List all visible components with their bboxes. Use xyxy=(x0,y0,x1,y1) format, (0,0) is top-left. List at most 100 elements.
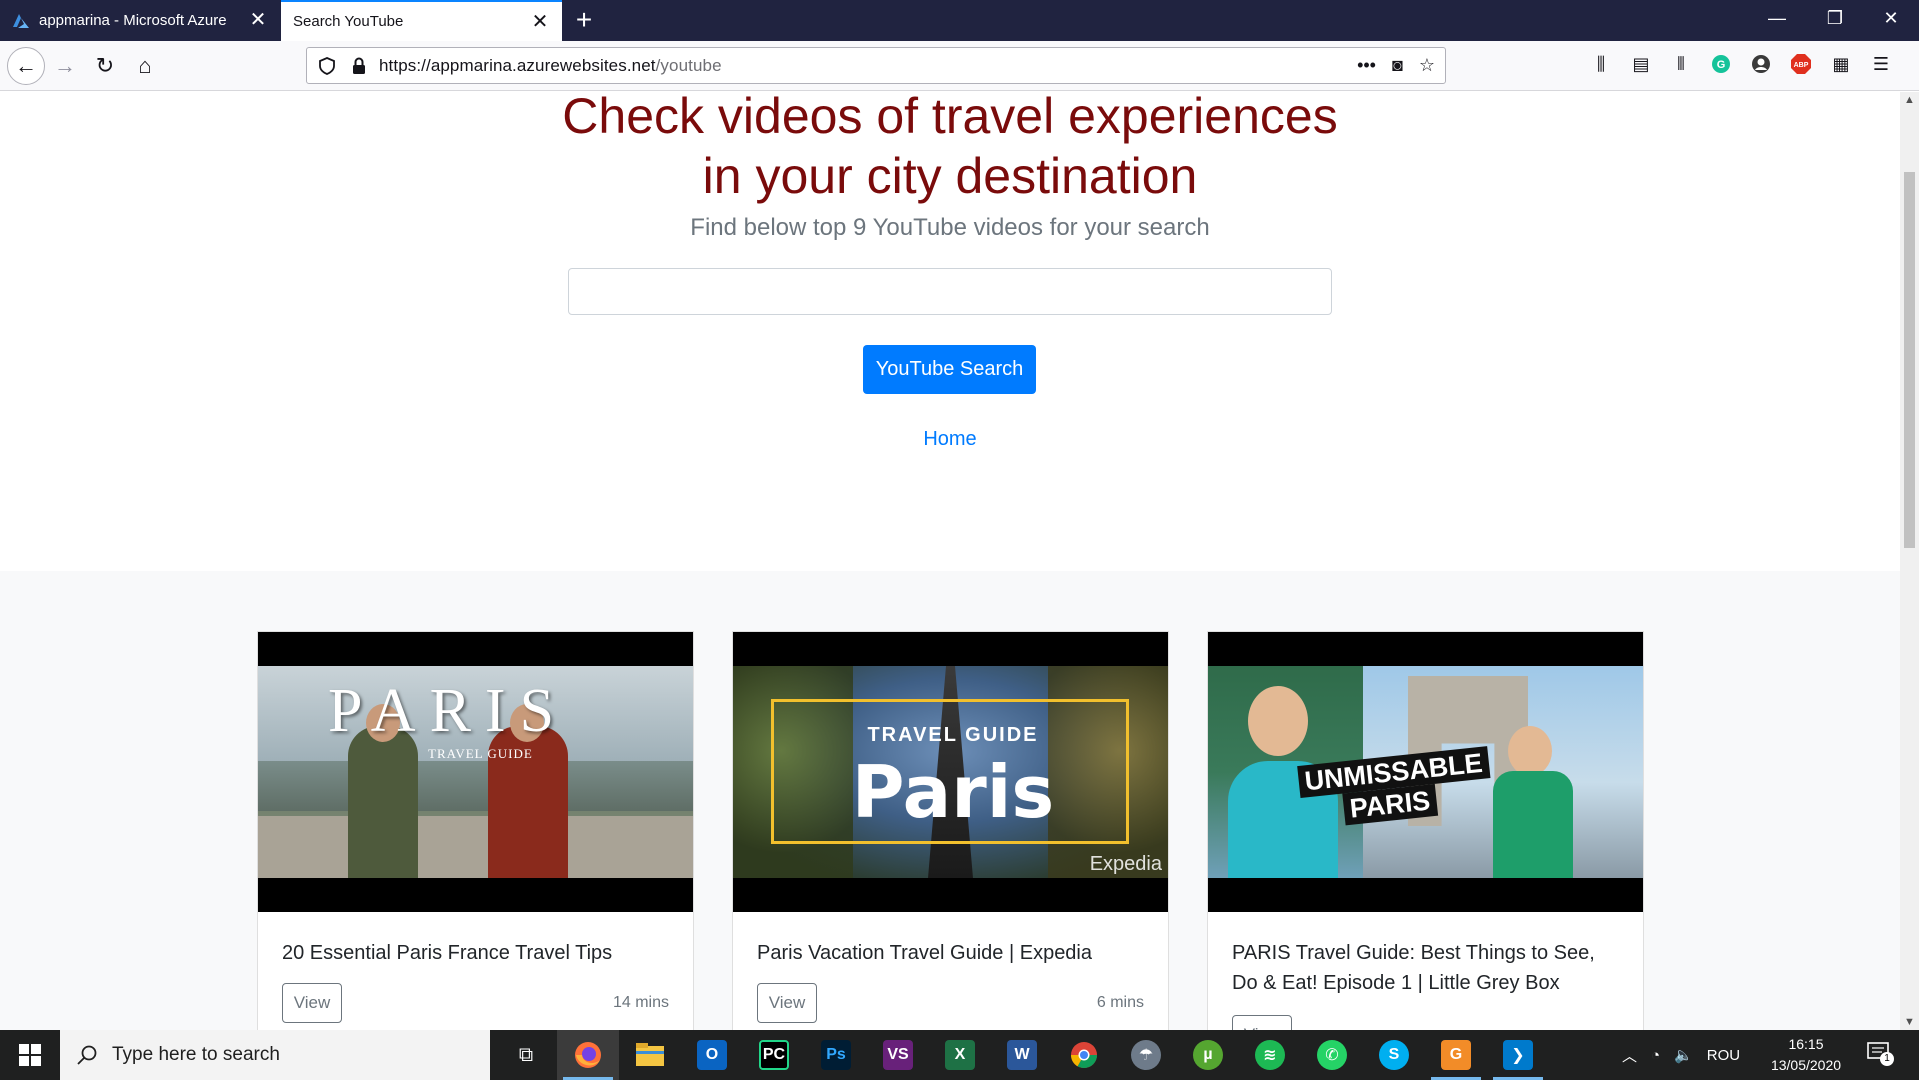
svg-text:G: G xyxy=(1717,59,1726,71)
language-indicator[interactable]: ROU xyxy=(1707,1047,1740,1064)
whatsapp-icon[interactable]: ✆ xyxy=(1301,1030,1363,1080)
show-hidden-icons-icon[interactable]: ︿ xyxy=(1622,1045,1637,1066)
library-icon[interactable]: ⫼ xyxy=(1590,53,1612,75)
excel-icon[interactable]: X xyxy=(929,1030,991,1080)
video-title: Paris Vacation Travel Guide | Expedia xyxy=(757,942,1092,964)
extensions-icon[interactable]: ▦ xyxy=(1830,53,1852,75)
photoshop-icon[interactable]: Ps xyxy=(805,1030,867,1080)
clock[interactable]: 16:15 13/05/2020 xyxy=(1766,1034,1846,1076)
account-icon[interactable] xyxy=(1750,53,1772,75)
video-gallery: PARIS TRAVEL GUIDE 20 Essential Paris Fr… xyxy=(0,571,1900,1030)
windows-start-icon[interactable] xyxy=(0,1030,60,1080)
view-button[interactable]: View xyxy=(282,983,342,1023)
reload-icon[interactable]: ↻ xyxy=(88,49,122,83)
taskbar-apps: ⧉ O PC Ps VS X W ☂ µ ≋ ✆ S G ❯ xyxy=(495,1030,1549,1080)
tab-azure[interactable]: appmarina - Microsoft Azure ✕ xyxy=(0,0,280,41)
clock-date: 13/05/2020 xyxy=(1770,1057,1842,1073)
video-title: PARIS Travel Guide: Best Things to See, … xyxy=(1232,942,1595,994)
back-icon[interactable]: ← xyxy=(7,47,45,85)
thumbnail-image: UNMISSABLE PARIS xyxy=(1208,666,1643,878)
menu-icon[interactable]: ☰ xyxy=(1870,53,1892,75)
pycharm-icon[interactable]: PC xyxy=(743,1030,805,1080)
thumbnail-text-small: TRAVEL GUIDE xyxy=(867,724,1039,746)
spotify-icon[interactable]: ≋ xyxy=(1239,1030,1301,1080)
expedia-logo: Expedia xyxy=(1089,853,1162,875)
tab-title: appmarina - Microsoft Azure xyxy=(39,12,227,29)
youtube-search-button[interactable]: YouTube Search xyxy=(863,345,1036,394)
scroll-down-icon[interactable]: ▼ xyxy=(1900,1016,1919,1028)
url-path: /youtube xyxy=(655,55,722,75)
thumbnail-image: PARIS TRAVEL GUIDE xyxy=(258,666,693,878)
taskbar: Type here to search ⧉ O PC Ps VS X W ☂ µ… xyxy=(0,1030,1919,1080)
barcode-icon[interactable]: ⦀ xyxy=(1670,53,1692,75)
title-line-1: Check videos of travel experiences xyxy=(562,92,1338,144)
home-icon[interactable]: ⌂ xyxy=(128,49,162,83)
toolbar-right: ⫼ ▤ ⦀ G ABP ▦ ☰ xyxy=(1590,53,1892,75)
pocket-icon[interactable]: ◙ xyxy=(1392,55,1403,76)
tab-search-youtube[interactable]: Search YouTube ✕ xyxy=(281,0,562,41)
utorrent-icon[interactable]: µ xyxy=(1177,1030,1239,1080)
close-window-icon[interactable]: ✕ xyxy=(1876,8,1906,29)
sidebar-icon[interactable]: ▤ xyxy=(1630,53,1652,75)
video-duration: 14 mins xyxy=(612,994,669,1011)
thumbnail-subtext: TRAVEL GUIDE xyxy=(428,746,533,761)
outlook-icon[interactable]: O xyxy=(681,1030,743,1080)
adblock-icon[interactable]: ABP xyxy=(1790,53,1812,75)
app-g-icon[interactable]: G xyxy=(1425,1030,1487,1080)
video-card: UNMISSABLE PARIS PARIS Travel Guide: Bes… xyxy=(1207,631,1644,1030)
url-text: https://appmarina.azurewebsites.net/yout… xyxy=(379,56,722,76)
task-view-icon[interactable]: ⧉ xyxy=(495,1030,557,1080)
view-button[interactable]: View xyxy=(757,983,817,1023)
file-explorer-icon[interactable] xyxy=(619,1030,681,1080)
search-input[interactable] xyxy=(568,268,1332,315)
thumbnail-frame: TRAVEL GUIDE Paris xyxy=(771,699,1129,844)
home-link-text[interactable]: Home xyxy=(923,428,976,450)
weather-app-icon[interactable]: ☂ xyxy=(1115,1030,1177,1080)
page-scrollbar[interactable]: ▲ ▼ xyxy=(1900,92,1919,1030)
scroll-thumb[interactable] xyxy=(1904,172,1915,548)
firefox-icon[interactable] xyxy=(557,1030,619,1080)
close-tab-icon[interactable]: ✕ xyxy=(530,12,550,32)
minimize-icon[interactable]: — xyxy=(1762,8,1792,29)
vscode-icon[interactable]: ❯ xyxy=(1487,1030,1549,1080)
thumbnail-text: PARIS xyxy=(328,677,569,745)
more-actions-icon[interactable]: ••• xyxy=(1357,55,1376,76)
volume-icon[interactable]: 🔈 xyxy=(1674,1046,1693,1064)
network-icon[interactable]: ◔ xyxy=(1651,1047,1660,1064)
nav-bar: ← → ↻ ⌂ https://appmarina.azurewebsites.… xyxy=(0,41,1919,91)
url-host: https://appmarina.azurewebsites.net xyxy=(379,55,656,75)
hero-section: Check videos of travel experiences in yo… xyxy=(0,92,1900,571)
video-title: 20 Essential Paris France Travel Tips xyxy=(282,942,613,964)
system-tray: ︿ ◔ 🔈 ROU xyxy=(1622,1030,1740,1080)
url-bar[interactable]: https://appmarina.azurewebsites.net/yout… xyxy=(306,47,1446,84)
visual-studio-icon[interactable]: VS xyxy=(867,1030,929,1080)
notification-icon[interactable]: 1 xyxy=(1866,1040,1896,1070)
forward-icon[interactable]: → xyxy=(48,49,82,83)
video-thumbnail[interactable]: UNMISSABLE PARIS xyxy=(1208,632,1643,912)
video-card: TRAVEL GUIDE Paris Expedia Paris Vacatio… xyxy=(732,631,1169,1030)
close-tab-icon[interactable]: ✕ xyxy=(248,10,268,30)
svg-text:ABP: ABP xyxy=(1794,62,1809,69)
title-line-2: in your city destination xyxy=(702,148,1198,204)
chrome-icon[interactable] xyxy=(1053,1030,1115,1080)
page-title: Check videos of travel experiences in yo… xyxy=(0,92,1900,206)
new-tab-icon[interactable]: + xyxy=(570,6,598,34)
notification-count: 1 xyxy=(1880,1052,1894,1066)
grammarly-icon[interactable]: G xyxy=(1710,53,1732,75)
scroll-up-icon[interactable]: ▲ xyxy=(1900,94,1919,106)
thumbnail-image: TRAVEL GUIDE Paris Expedia xyxy=(733,666,1168,878)
restore-icon[interactable]: ❐ xyxy=(1820,8,1850,29)
taskbar-search-placeholder: Type here to search xyxy=(112,1044,280,1065)
video-duration: 6 mins xyxy=(1096,994,1144,1011)
skype-icon[interactable]: S xyxy=(1363,1030,1425,1080)
word-icon[interactable]: W xyxy=(991,1030,1053,1080)
video-thumbnail[interactable]: PARIS TRAVEL GUIDE xyxy=(258,632,693,912)
shield-icon[interactable] xyxy=(317,56,337,76)
view-button[interactable]: View xyxy=(1232,1015,1292,1030)
page-viewport: Check videos of travel experiences in yo… xyxy=(0,92,1900,1030)
video-thumbnail[interactable]: TRAVEL GUIDE Paris Expedia xyxy=(733,632,1168,912)
lock-icon[interactable] xyxy=(351,56,367,76)
bookmark-star-icon[interactable]: ☆ xyxy=(1419,55,1435,76)
tab-bar: appmarina - Microsoft Azure ✕ Search You… xyxy=(0,0,1919,41)
taskbar-search[interactable]: Type here to search xyxy=(60,1030,490,1080)
